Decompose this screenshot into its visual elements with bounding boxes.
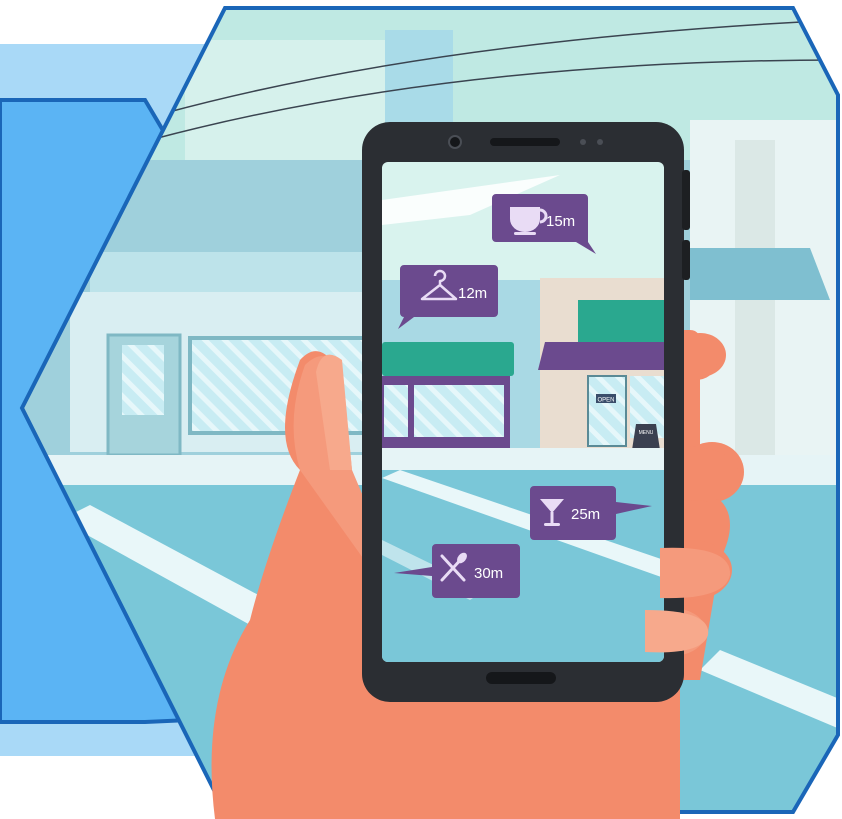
sensor-dot-2 (597, 139, 603, 145)
open-sign-text: OPEN (597, 398, 614, 404)
phone-side-button (682, 170, 690, 230)
speaker (490, 138, 560, 146)
green-shop-window (414, 385, 504, 437)
phone-side-button-2 (682, 240, 690, 280)
menu-board (632, 424, 660, 450)
right-awning (690, 248, 830, 300)
menu-board-text: MENU (639, 430, 654, 436)
sensor-dot (580, 139, 586, 145)
ar-distance-label: 25m (571, 506, 600, 523)
green-shop-door (384, 385, 408, 437)
front-camera (448, 135, 462, 149)
screen-sidewalk (382, 448, 664, 470)
ar-distance-label: 12m (458, 285, 487, 302)
ar-navigation-illustration: OPEN MENU 15m 12m 25m 30m (0, 6, 840, 819)
home-bar (486, 672, 556, 684)
smartphone: OPEN MENU 15m 12m 25m 30m (362, 122, 690, 702)
purple-awning (538, 342, 664, 370)
door-glass (122, 345, 164, 415)
building-roof-band (90, 252, 390, 292)
shop-sign-band (578, 300, 664, 344)
shop-door (587, 375, 627, 447)
ar-distance-label: 15m (546, 213, 575, 230)
green-shop-awning (382, 342, 514, 376)
ar-distance-label: 30m (474, 565, 503, 582)
